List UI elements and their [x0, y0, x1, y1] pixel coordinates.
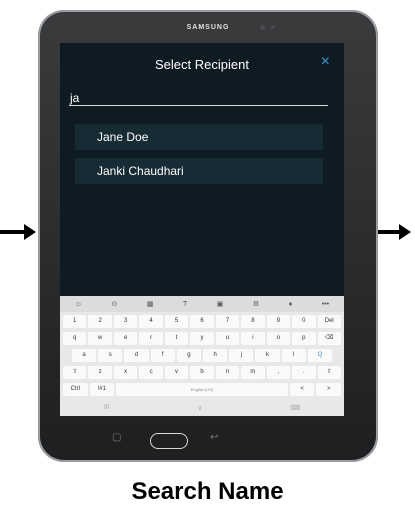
space-key[interactable]: English (US) — [116, 383, 288, 396]
shift-key[interactable]: ⇧ — [317, 366, 341, 379]
clip-icon[interactable]: ⊙ — [111, 300, 117, 308]
key[interactable]: r — [139, 332, 163, 345]
key[interactable]: u — [215, 332, 240, 345]
keyboard[interactable]: ☺ ⊙ ▦ T ▣ ⚙ ♦ ••• 1 2 3 4 5 6 7 8 9 0 De… — [60, 296, 344, 416]
key[interactable]: 2 — [88, 315, 112, 328]
key-row-5: Ctrl !#1 English (US) < > — [60, 383, 344, 396]
key[interactable]: x — [113, 366, 138, 379]
recent-apps-icon[interactable]: III — [104, 404, 110, 416]
right-key[interactable]: > — [316, 383, 341, 396]
recent-icon[interactable]: ▢ — [112, 432, 121, 443]
symbols-key[interactable]: !#1 — [89, 383, 115, 396]
key[interactable]: f — [150, 349, 175, 362]
backspace-key[interactable]: ⌫ — [317, 332, 341, 345]
key[interactable]: y — [190, 332, 214, 345]
settings-icon[interactable]: ⚙ — [253, 300, 259, 308]
image-icon[interactable]: ▣ — [217, 300, 224, 308]
emoji-icon[interactable]: ☺ — [75, 301, 82, 308]
brand-label: SAMSUNG — [186, 24, 230, 31]
key-row-3: a s d f g h j k l Q — [60, 349, 344, 362]
screen: Select Recipient × ja Jane Doe Janki Cha… — [60, 43, 344, 416]
key-row-4: ⇧ z x c v b n m , . ⇧ — [60, 366, 344, 379]
result-item-janki-chaudhari[interactable]: Janki Chaudhari — [75, 158, 323, 184]
caption: Search Name — [131, 478, 284, 505]
key[interactable]: m — [241, 366, 265, 379]
keyboard-switch-icon[interactable]: ⌨ — [290, 404, 300, 416]
left-arrow — [0, 230, 25, 234]
result-item-jane-doe[interactable]: Jane Doe — [75, 124, 323, 150]
key[interactable]: z — [88, 366, 112, 379]
key[interactable]: d — [124, 349, 149, 362]
close-icon[interactable]: × — [321, 53, 330, 71]
key[interactable]: 7 — [215, 315, 240, 328]
key[interactable]: k — [255, 349, 280, 362]
mic-icon[interactable]: ♦ — [289, 301, 293, 308]
home-button[interactable] — [150, 433, 188, 449]
key[interactable]: n — [215, 366, 240, 379]
sensor-icon — [271, 25, 275, 29]
key[interactable]: c — [139, 366, 163, 379]
key[interactable]: , — [266, 366, 291, 379]
text-icon[interactable]: T — [183, 301, 187, 308]
key[interactable]: g — [176, 349, 202, 362]
keyboard-nav: III ∨ ⌨ — [60, 404, 344, 416]
key[interactable]: s — [98, 349, 123, 362]
key[interactable]: j — [229, 349, 254, 362]
key-row-2: q w e r t y u i o p ⌫ — [60, 332, 344, 345]
key[interactable]: e — [113, 332, 138, 345]
key[interactable]: 1 — [63, 315, 87, 328]
ctrl-key[interactable]: Ctrl — [63, 383, 88, 396]
left-arrow-head — [24, 224, 36, 240]
key[interactable]: 6 — [190, 315, 214, 328]
key[interactable]: t — [164, 332, 189, 345]
key[interactable]: p — [292, 332, 316, 345]
key[interactable]: h — [203, 349, 228, 362]
key[interactable]: v — [164, 366, 189, 379]
keyboard-toolbar: ☺ ⊙ ▦ T ▣ ⚙ ♦ ••• — [60, 296, 344, 312]
delete-key[interactable]: Del — [317, 315, 341, 328]
back-icon[interactable]: ↩ — [210, 432, 218, 443]
search-input[interactable]: ja — [70, 91, 79, 105]
key[interactable]: 4 — [139, 315, 163, 328]
left-key[interactable]: < — [289, 383, 315, 396]
key[interactable]: a — [72, 349, 97, 362]
key[interactable]: l — [281, 349, 306, 362]
front-camera-icon — [260, 25, 265, 30]
search-key[interactable]: Q — [307, 349, 333, 362]
key[interactable]: q — [63, 332, 87, 345]
key[interactable]: i — [241, 332, 265, 345]
key-row-1: 1 2 3 4 5 6 7 8 9 0 Del — [60, 315, 344, 328]
key[interactable]: . — [292, 366, 316, 379]
more-icon[interactable]: ••• — [322, 301, 329, 308]
key[interactable]: 8 — [241, 315, 265, 328]
key[interactable]: b — [190, 366, 214, 379]
shift-key[interactable]: ⇧ — [63, 366, 87, 379]
key[interactable]: 5 — [164, 315, 189, 328]
key[interactable]: 3 — [113, 315, 138, 328]
dialog-title: Select Recipient — [155, 57, 249, 72]
key[interactable]: 0 — [292, 315, 316, 328]
grid-icon[interactable]: ▦ — [147, 300, 154, 308]
key[interactable]: w — [88, 332, 112, 345]
key[interactable]: 9 — [266, 315, 291, 328]
hide-keyboard-icon[interactable]: ∨ — [197, 404, 202, 416]
right-arrow-head — [399, 224, 411, 240]
search-underline — [69, 105, 328, 106]
key[interactable]: o — [266, 332, 291, 345]
